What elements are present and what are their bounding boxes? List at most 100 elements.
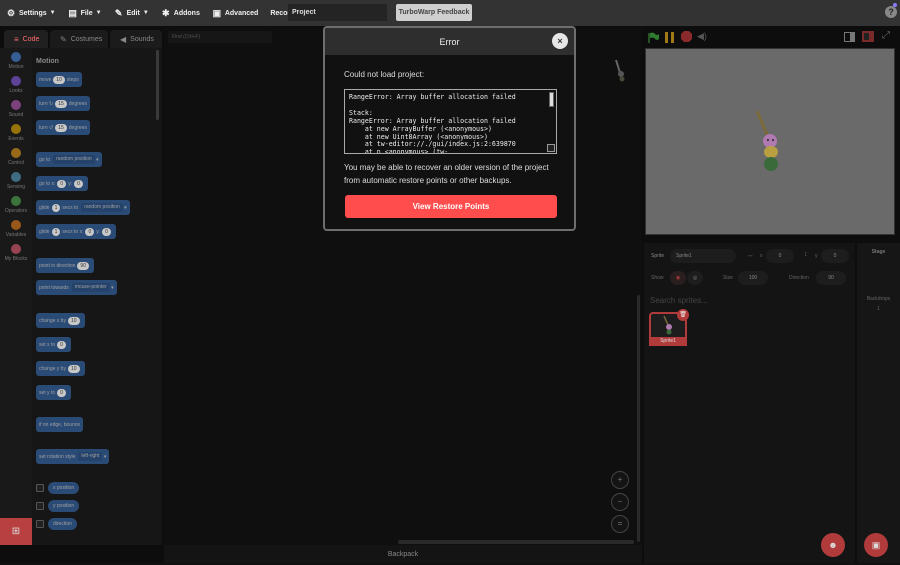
block-bounce[interactable]: if on edge, bounce <box>36 417 84 432</box>
size-input[interactable]: 100 <box>738 271 768 285</box>
notification-dot <box>893 3 897 7</box>
sprite-label: Sprite <box>651 253 665 259</box>
control-dot <box>11 148 21 158</box>
stop-icon[interactable] <box>681 31 692 42</box>
category-looks[interactable]: Looks <box>0 76 32 94</box>
chevron-down-icon: ▼ <box>142 10 149 16</box>
block-turn-right[interactable]: turn ↻ 15 degrees <box>36 96 90 111</box>
resize-grip-icon[interactable] <box>547 144 555 152</box>
block-go-to[interactable]: go to random position ▾ <box>36 152 102 167</box>
category-my-blocks[interactable]: My Blocks <box>0 244 32 262</box>
error-details-textarea[interactable]: RangeError: Array buffer allocation fail… <box>344 89 557 154</box>
find-input[interactable]: Find (Ctrl+F) <box>168 31 272 43</box>
feedback-button[interactable]: TurboWarp Feedback <box>396 4 472 21</box>
addons-menu[interactable]: ✱ Addons <box>155 0 206 26</box>
backpack-header[interactable]: Backpack <box>164 545 642 563</box>
zoom-in-icon: + <box>617 475 623 484</box>
sprite-on-stage <box>755 110 778 171</box>
view-restore-points-button[interactable]: View Restore Points <box>345 195 557 218</box>
category-motion[interactable]: Motion <box>0 52 32 70</box>
block-point-towards[interactable]: point towards mouse-pointer ▾ <box>36 280 117 295</box>
workspace-horizontal-scrollbar[interactable] <box>398 540 634 544</box>
stage-canvas[interactable] <box>645 48 895 235</box>
sensing-dot <box>11 172 21 182</box>
workspace-vertical-scrollbar[interactable] <box>637 295 640 542</box>
direction-checkbox[interactable] <box>36 520 44 528</box>
tab-costumes[interactable]: ✎ Costumes <box>50 30 108 48</box>
category-sound[interactable]: Sound <box>0 100 32 118</box>
reporter-direction[interactable]: direction <box>48 518 77 530</box>
add-extension-button[interactable]: ⊞ <box>0 518 32 545</box>
file-menu[interactable]: ▤ File ▼ <box>62 0 108 26</box>
delete-sprite-button[interactable]: 🗑 <box>677 309 689 321</box>
search-sprites-input[interactable]: Search sprites... <box>650 296 708 305</box>
block-change-x[interactable]: change x by 10 <box>36 313 85 328</box>
category-sensing[interactable]: Sensing <box>0 172 32 190</box>
x-position-checkbox[interactable] <box>36 484 44 492</box>
zoom-in-button[interactable]: + <box>611 471 629 489</box>
y-position-checkbox[interactable] <box>36 502 44 510</box>
project-title-input[interactable] <box>288 4 387 21</box>
palette-scrollbar[interactable] <box>156 50 159 120</box>
block-point-direction[interactable]: point in direction 90 <box>36 258 94 273</box>
sprite-name-input[interactable]: Sprite1 <box>670 249 736 263</box>
show-visible-toggle[interactable]: ◉ <box>670 271 686 285</box>
settings-menu[interactable]: ⚙ Settings ▼ <box>0 0 62 26</box>
stage-selector[interactable]: Stage Backdrops 1 <box>857 243 900 563</box>
eye-icon: ◉ <box>675 275 681 281</box>
modal-body: Could not load project: RangeError: Arra… <box>325 55 574 229</box>
edit-menu[interactable]: ✎ Edit ▼ <box>108 0 155 26</box>
block-move-steps[interactable]: move 10 steps <box>36 72 82 87</box>
sound-dot <box>11 100 21 110</box>
direction-input[interactable]: 90 <box>816 271 846 285</box>
zoom-out-icon: − <box>617 497 623 506</box>
modal-header: Error × <box>325 28 574 55</box>
category-variables[interactable]: Variables <box>0 220 32 238</box>
eye-slash-icon: ◎ <box>692 275 698 281</box>
zoom-reset-button[interactable]: = <box>611 515 629 533</box>
block-set-x[interactable]: set x to 0 <box>36 337 71 352</box>
x-label: x <box>760 253 763 259</box>
block-go-to-xy[interactable]: go to x: 0 y: 0 <box>36 176 88 191</box>
reporter-y-position[interactable]: y position <box>48 500 80 512</box>
backdrops-label: Backdrops <box>866 296 891 302</box>
zoom-out-button[interactable]: − <box>611 493 629 511</box>
chevron-down-icon: ▼ <box>95 10 102 16</box>
error-details-scrollbar[interactable] <box>549 92 554 107</box>
block-change-y[interactable]: change y by 10 <box>36 361 85 376</box>
block-glide-to[interactable]: glide 1 secs to random position ▾ <box>36 200 130 215</box>
tab-code[interactable]: ≡ Code <box>4 30 48 48</box>
category-control[interactable]: Control <box>0 148 32 166</box>
y-input[interactable]: 0 <box>821 249 849 263</box>
x-input[interactable]: 0 <box>766 249 794 263</box>
large-stage-icon[interactable] <box>862 31 874 42</box>
error-heading: Could not load project: <box>344 70 425 79</box>
chevron-down-icon: ▾ <box>122 204 127 211</box>
operators-dot <box>11 196 21 206</box>
fullscreen-icon[interactable]: ⤢ <box>882 30 890 41</box>
add-backdrop-button[interactable]: ▣ <box>864 533 888 557</box>
turbo-mode-icon[interactable]: ◀) <box>697 31 707 42</box>
brush-icon: ✎ <box>60 34 67 44</box>
show-hidden-toggle[interactable]: ◎ <box>687 271 703 285</box>
reporter-x-position[interactable]: x position <box>48 482 80 494</box>
pause-icon[interactable] <box>665 32 675 43</box>
block-turn-left[interactable]: turn ↺ 15 degrees <box>36 120 90 135</box>
block-rotation-style[interactable]: set rotation style left-right ▾ <box>36 449 110 464</box>
sprite-watermark <box>615 59 625 82</box>
category-operators[interactable]: Operators <box>0 196 32 214</box>
advanced-menu[interactable]: ▣ Advanced <box>206 0 264 26</box>
small-stage-icon[interactable] <box>844 32 855 42</box>
block-glide-to-xy[interactable]: glide 1 secs to x: 0 y: 0 <box>36 224 116 239</box>
block-set-y[interactable]: set y to 0 <box>36 385 71 400</box>
chevron-down-icon: ▼ <box>49 10 56 16</box>
stage-title: Stage <box>871 249 886 255</box>
green-flag-icon[interactable] <box>648 32 660 43</box>
tab-sounds[interactable]: ◀ Sounds <box>110 30 162 48</box>
add-sprite-button[interactable]: ☻ <box>821 533 845 557</box>
category-menu: Motion Looks Sound Events Control Sensin… <box>0 48 32 545</box>
category-events[interactable]: Events <box>0 124 32 142</box>
close-button[interactable]: × <box>552 33 568 49</box>
help-icon[interactable]: ? <box>885 6 897 18</box>
y-label: y <box>815 253 818 259</box>
